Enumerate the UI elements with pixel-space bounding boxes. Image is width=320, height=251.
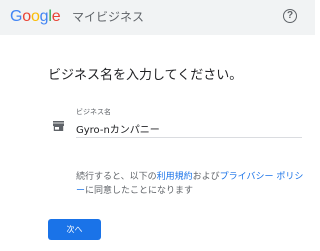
terms-notice: 続行すると、以下の利用規約およびプライバシー ポリシーに同意したことになります [76,172,304,196]
product-name: マイビジネス [72,10,145,24]
business-name-field: ビジネス名 [76,108,302,140]
business-name-label: ビジネス名 [76,108,111,116]
app-header: Google マイビジネス ? [0,0,315,35]
help-circle-icon[interactable]: ? [283,9,297,23]
storefront-icon [53,121,64,131]
terms-of-service-link[interactable]: 利用規約 [157,172,193,182]
page-title: ビジネス名を入力してください。 [48,68,243,83]
google-logo: Google [10,8,61,25]
business-name-input[interactable] [76,120,302,138]
next-button[interactable]: 次へ [48,219,101,240]
